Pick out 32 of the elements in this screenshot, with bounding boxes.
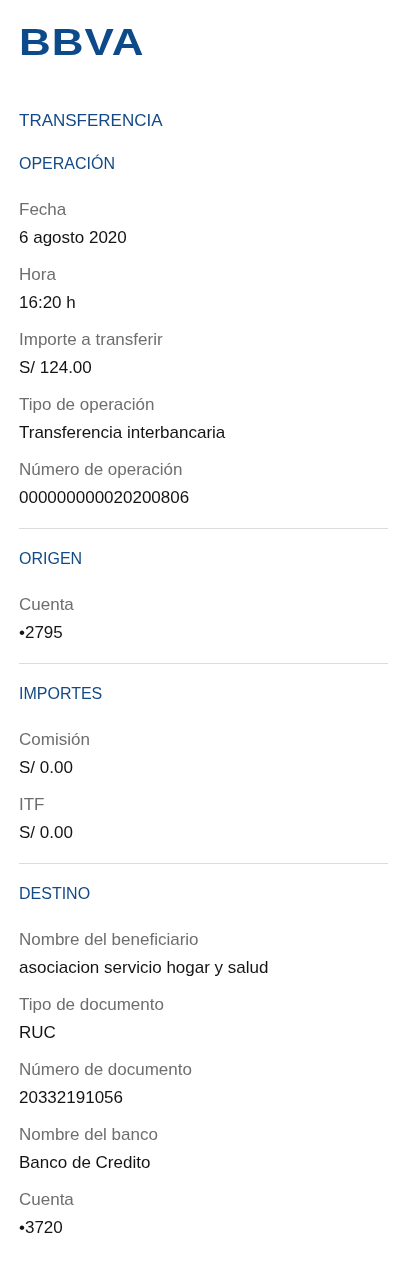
bbva-logo: BBVA (19, 24, 145, 62)
field-value: •2795 (19, 622, 64, 644)
field-label: Hora (19, 264, 57, 286)
section-title: IMPORTES (19, 684, 104, 704)
field-value: Banco de Credito (19, 1152, 152, 1174)
page-title: TRANSFERENCIA (19, 111, 164, 131)
field-label: Número de documento (19, 1059, 193, 1081)
field-value: asociacion servicio hogar y salud (19, 957, 270, 979)
field-value: •3720 (19, 1217, 64, 1239)
field-value: 16:20 h (19, 292, 77, 314)
field-value: S/ 0.00 (19, 757, 74, 779)
field-label: Nombre del banco (19, 1124, 159, 1146)
field-value: 6 agosto 2020 (19, 227, 128, 249)
field-label: Cuenta (19, 594, 75, 616)
field-label: Comisión (19, 729, 91, 751)
field-value: 20332191056 (19, 1087, 124, 1109)
field-label: Tipo de documento (19, 994, 165, 1016)
field-value: S/ 124.00 (19, 357, 93, 379)
field-value: 000000000020200806 (19, 487, 191, 509)
field-value: Transferencia interbancaria (19, 422, 227, 444)
section-title: DESTINO (19, 884, 92, 904)
section-title: OPERACIÓN (19, 154, 116, 174)
field-label: Tipo de operación (19, 394, 156, 416)
field-label: Cuenta (19, 1189, 75, 1211)
field-value: S/ 0.00 (19, 822, 74, 844)
field-label: Fecha (19, 199, 68, 221)
field-value: RUC (19, 1022, 57, 1044)
field-label: Número de operación (19, 459, 184, 481)
field-label: Nombre del beneficiario (19, 929, 200, 951)
field-label: ITF (19, 794, 46, 816)
section-title: ORIGEN (19, 549, 84, 569)
field-label: Importe a transferir (19, 329, 164, 351)
